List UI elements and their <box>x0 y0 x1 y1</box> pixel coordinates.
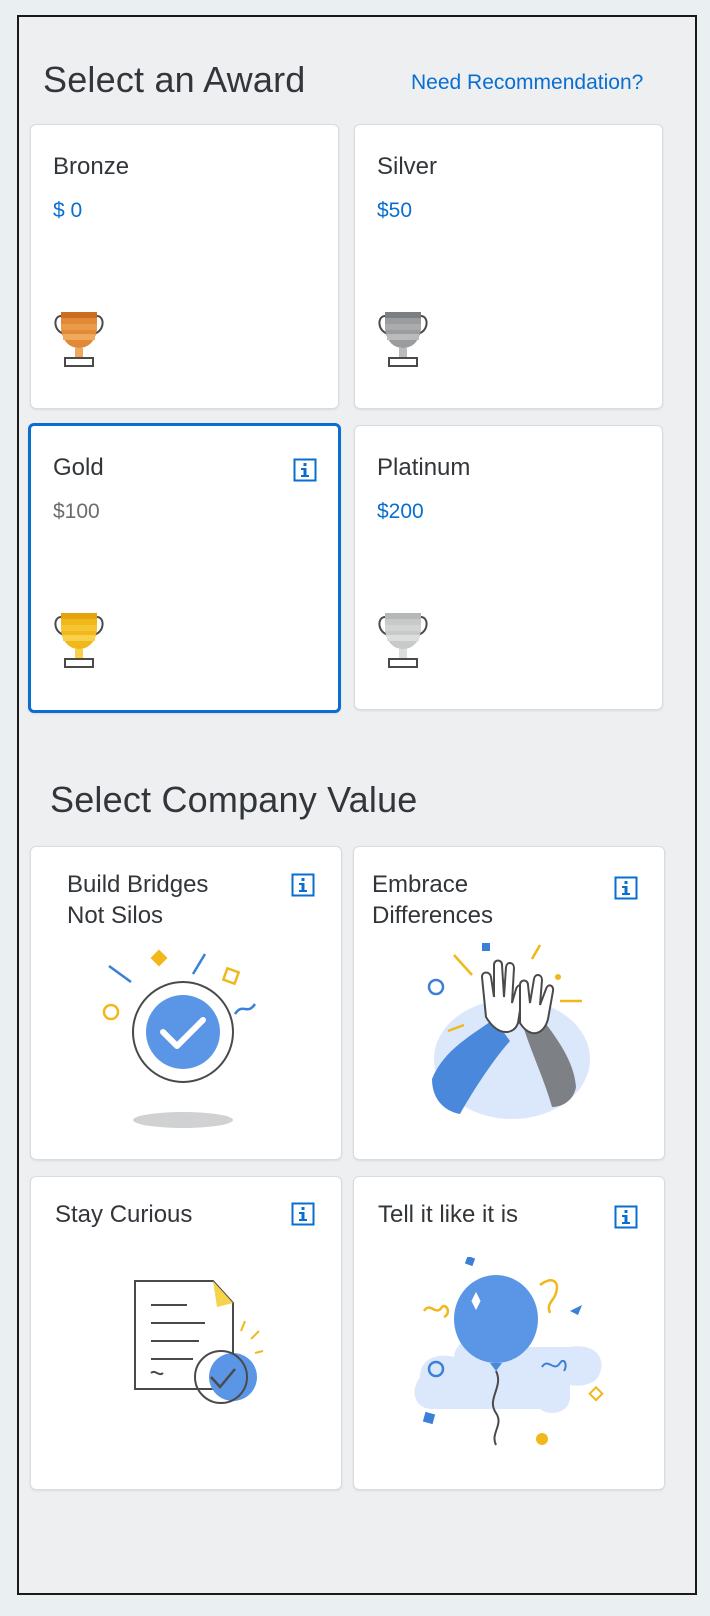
value-section-title: Select Company Value <box>50 779 418 820</box>
value-name-line: Tell it like it is <box>378 1201 519 1228</box>
info-icon[interactable] <box>291 1202 315 1226</box>
info-icon[interactable] <box>293 458 317 482</box>
value-name: Embrace Differences <box>372 869 493 931</box>
silver-trophy-icon <box>378 312 428 367</box>
award-card-platinum[interactable]: Platinum $200 <box>354 425 663 710</box>
award-card-bronze[interactable]: Bronze $ 0 <box>30 124 339 409</box>
award-name: Bronze <box>53 153 130 180</box>
award-name: Platinum <box>377 454 471 481</box>
value-name-line: Not Silos <box>67 902 164 929</box>
value-card-embrace-differences[interactable]: Embrace Differences <box>353 846 665 1160</box>
value-name-line: Embrace <box>372 871 469 898</box>
value-name: Build Bridges Not Silos <box>67 869 208 931</box>
award-amount: $200 <box>377 500 424 523</box>
award-section-title: Select an Award <box>43 59 306 100</box>
balloon-illustration <box>414 1257 604 1446</box>
bronze-trophy-icon <box>54 312 104 367</box>
platinum-trophy-icon <box>378 613 428 668</box>
award-amount: $ 0 <box>53 199 83 222</box>
value-name-line: Differences <box>372 902 493 929</box>
document-check-illustration <box>134 1280 264 1404</box>
value-card-tell-it-like-it-is[interactable]: Tell it like it is <box>353 1176 665 1490</box>
value-card-build-bridges[interactable]: Build Bridges Not Silos <box>30 846 342 1160</box>
check-badge-illustration <box>102 949 257 1128</box>
award-name: Silver <box>377 153 438 180</box>
info-icon[interactable] <box>614 1205 638 1229</box>
high-five-illustration <box>427 943 590 1119</box>
award-amount: $50 <box>377 199 413 222</box>
gold-trophy-icon <box>54 613 104 668</box>
need-recommendation-link[interactable]: Need Recommendation? <box>411 71 643 95</box>
app-frame: Select an Award Need Recommendation? Bro… <box>17 15 697 1595</box>
award-card-silver[interactable]: Silver $50 <box>354 124 663 409</box>
value-name: Stay Curious <box>55 1199 192 1230</box>
award-name: Gold <box>53 454 104 481</box>
award-amount: $100 <box>53 500 100 523</box>
value-card-stay-curious[interactable]: Stay Curious <box>30 1176 342 1490</box>
award-card-gold[interactable]: Gold $100 <box>28 423 341 713</box>
value-name-line: Stay Curious <box>55 1201 193 1228</box>
value-name: Tell it like it is <box>378 1199 518 1230</box>
info-icon[interactable] <box>291 873 315 897</box>
info-icon[interactable] <box>614 876 638 900</box>
value-name-line: Build Bridges <box>67 871 209 898</box>
